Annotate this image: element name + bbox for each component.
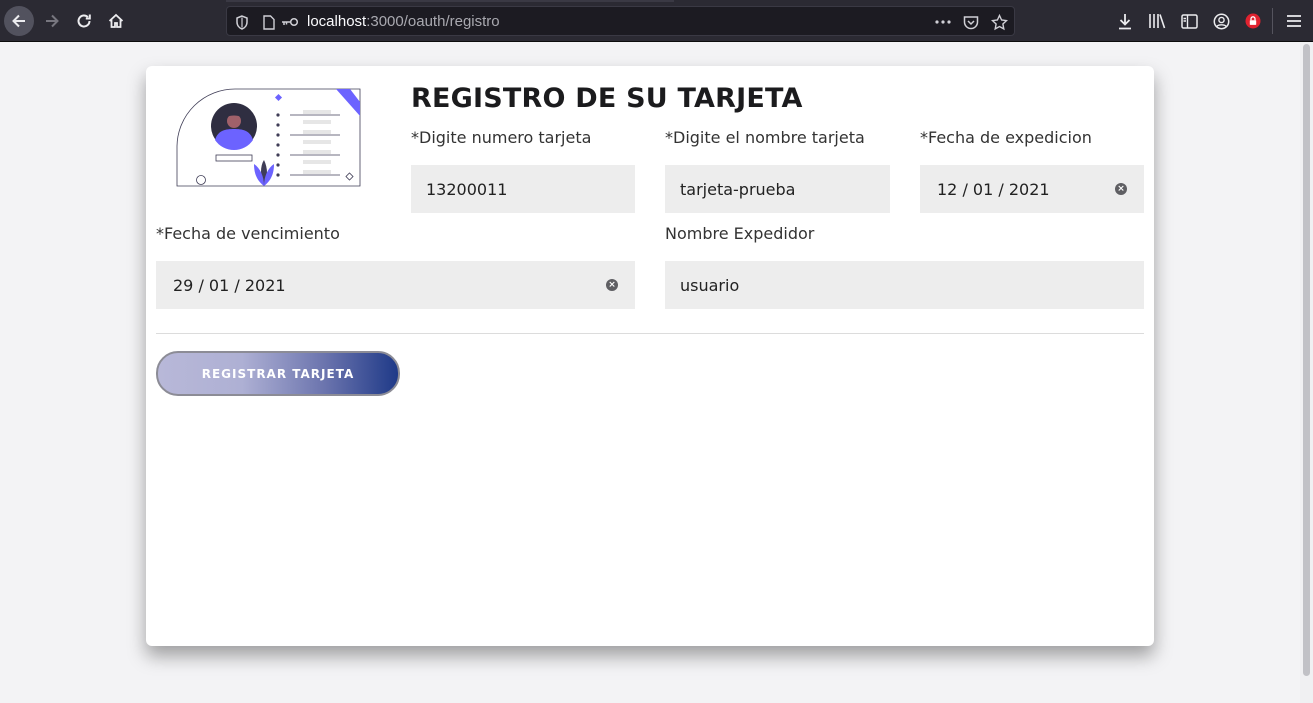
issue-date-value: 12 / 01 / 2021 <box>937 179 1050 199</box>
hamburger-menu-icon <box>1287 15 1301 27</box>
sidebar-button[interactable] <box>1174 6 1204 36</box>
sidebar-icon <box>1180 13 1198 29</box>
page-title: REGISTRO DE SU TARJETA <box>411 83 803 114</box>
menu-button[interactable] <box>1279 6 1309 36</box>
library-icon <box>1149 14 1166 29</box>
issuer-name-input[interactable]: usuario <box>665 261 1144 309</box>
issue-date-label: *Fecha de expedicion <box>920 128 1092 147</box>
account-icon <box>1213 13 1229 29</box>
lock-addon-icon <box>1245 13 1261 29</box>
reload-button[interactable] <box>69 6 99 36</box>
active-tab-indicator <box>226 0 674 2</box>
page-info-icon[interactable] <box>259 12 279 32</box>
card-number-label: *Digite numero tarjeta <box>411 128 592 147</box>
url-text[interactable]: localhost:3000/oauth/registro <box>307 13 500 30</box>
url-host: localhost <box>307 13 367 30</box>
clear-expiry-date-icon[interactable]: × <box>606 279 618 291</box>
issuer-name-value: usuario <box>680 275 740 295</box>
register-card-button[interactable]: REGISTRAR TARJETA <box>156 351 400 396</box>
lock-addon-button[interactable] <box>1238 6 1268 36</box>
card-number-value: 13200011 <box>426 179 508 199</box>
clear-issue-date-icon[interactable]: × <box>1115 183 1127 195</box>
account-button[interactable] <box>1206 6 1236 36</box>
card-name-value: tarjeta-prueba <box>680 179 796 199</box>
id-card-illustration <box>176 88 361 187</box>
library-button[interactable] <box>1142 6 1172 36</box>
key-icon[interactable] <box>280 12 300 32</box>
expiry-date-input[interactable]: 29 / 01 / 2021 × <box>156 261 635 309</box>
issuer-name-label: Nombre Expedidor <box>665 224 815 243</box>
card-number-input[interactable]: 13200011 <box>411 165 635 213</box>
card-name-label: *Digite el nombre tarjeta <box>665 128 865 147</box>
browser-toolbar: localhost:3000/oauth/registro <box>0 0 1313 42</box>
tracking-shield-icon[interactable] <box>232 12 252 32</box>
pocket-icon[interactable] <box>961 12 981 32</box>
expiry-date-value: 29 / 01 / 2021 <box>173 275 286 295</box>
form-divider <box>156 333 1144 334</box>
url-path: :3000/oauth/registro <box>366 13 500 30</box>
registration-card: REGISTRO DE SU TARJETA *Digite numero ta… <box>146 66 1154 646</box>
home-button[interactable] <box>101 6 131 36</box>
page-scrollbar[interactable] <box>1300 42 1313 703</box>
scrollbar-thumb[interactable] <box>1303 44 1310 676</box>
card-name-input[interactable]: tarjeta-prueba <box>665 165 890 213</box>
toolbar-separator <box>1272 8 1273 34</box>
issue-date-input[interactable]: 12 / 01 / 2021 × <box>920 165 1144 213</box>
download-icon <box>1119 13 1131 29</box>
expiry-date-label: *Fecha de vencimiento <box>156 224 340 243</box>
url-bar[interactable]: localhost:3000/oauth/registro <box>226 6 1015 36</box>
arrow-left-icon <box>12 14 25 28</box>
more-dots-icon[interactable] <box>933 12 953 32</box>
reload-icon <box>77 14 91 28</box>
home-icon <box>108 13 124 28</box>
arrow-right-icon <box>46 14 59 28</box>
bookmark-star-icon[interactable] <box>989 12 1009 32</box>
back-button[interactable] <box>4 6 34 36</box>
download-button[interactable] <box>1110 6 1140 36</box>
forward-button[interactable] <box>37 6 67 36</box>
